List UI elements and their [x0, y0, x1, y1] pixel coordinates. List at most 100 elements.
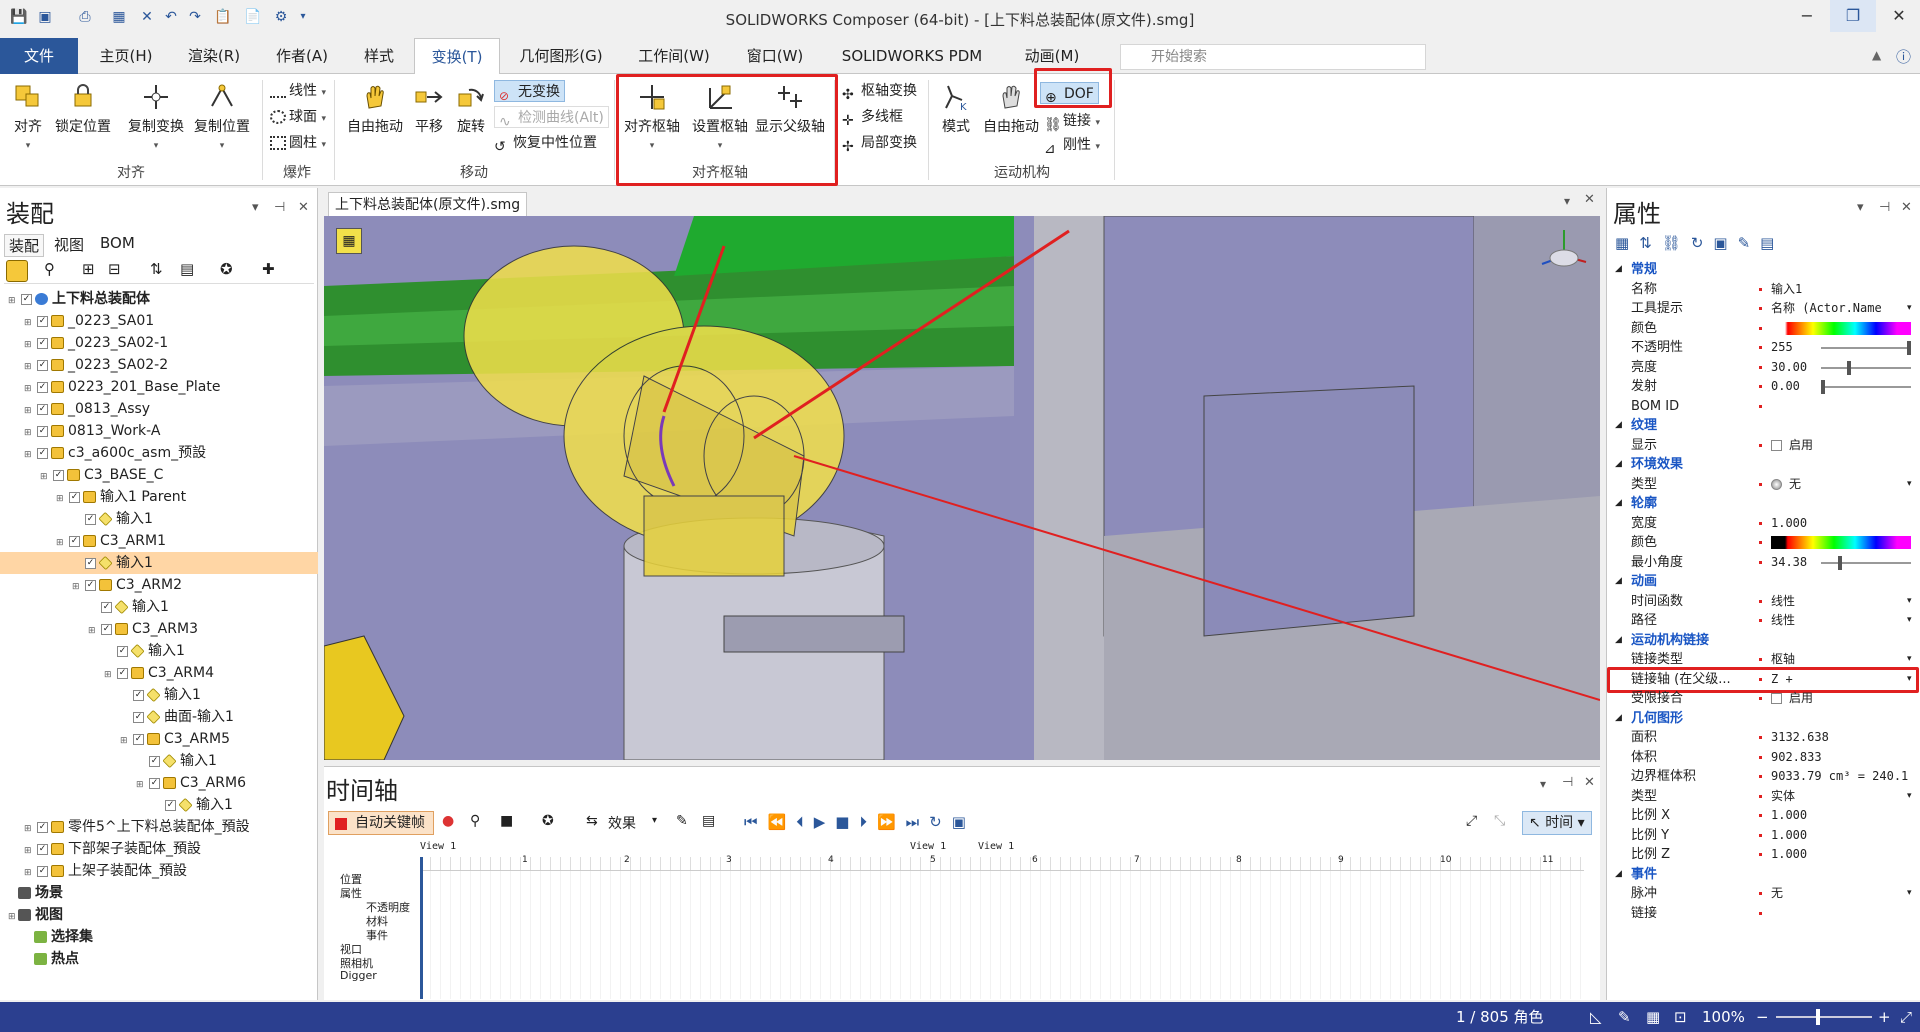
property-row[interactable]: 宽度 1.000	[1607, 514, 1920, 533]
expand-toggle-icon[interactable]: ⊞	[24, 378, 34, 400]
prev-key-icon[interactable]: ⏪	[768, 813, 797, 831]
checkbox[interactable]	[1771, 439, 1782, 451]
copy-transform-button[interactable]: 复制变换 ▾	[124, 82, 188, 152]
tree-item[interactable]: ⊞ ✓ _0223_SA02-2	[0, 354, 318, 376]
property-row[interactable]: 脉冲 无 ▾	[1607, 884, 1920, 903]
camera-icon[interactable]: ▣	[952, 813, 976, 831]
timeline-table-icon[interactable]: ▤	[702, 813, 715, 829]
collapse-section-icon[interactable]: ◢	[1615, 631, 1622, 650]
visibility-checkbox[interactable]: ✓	[37, 843, 48, 855]
translate-button[interactable]: 平移	[410, 82, 448, 136]
tab-style[interactable]: 样式	[348, 38, 410, 74]
visibility-checkbox[interactable]: ✓	[133, 733, 144, 745]
property-slider[interactable]	[1821, 360, 1911, 375]
tree-item[interactable]: ✓ 输入1	[0, 684, 318, 706]
close-button[interactable]: ✕	[1876, 0, 1920, 32]
tab-transform[interactable]: 变换(T)	[414, 38, 500, 75]
visibility-checkbox[interactable]: ✓	[101, 601, 112, 613]
view-marker[interactable]: View 1	[978, 841, 1014, 852]
search-input[interactable]: 开始搜索	[1120, 44, 1426, 70]
property-row[interactable]: 时间函数 线性 ▾	[1607, 592, 1920, 611]
tab-pdm[interactable]: SOLIDWORKS PDM	[828, 38, 996, 74]
visibility-checkbox[interactable]: ✓	[101, 623, 112, 635]
tree-item[interactable]: ⊞ ✓ 零件5^上下料总装配体_預設	[0, 816, 318, 838]
property-value[interactable]: 无	[1771, 884, 1783, 903]
tab-author[interactable]: 作者(A)	[260, 38, 344, 74]
grid-status-icon[interactable]: ▦	[1646, 1002, 1660, 1032]
categorized-icon[interactable]: ▦	[1615, 234, 1639, 252]
tree-item[interactable]: ✓ 输入1	[0, 508, 318, 530]
expand-icon[interactable]: ⊞	[82, 260, 95, 278]
playhead[interactable]	[420, 857, 423, 999]
visibility-checkbox[interactable]: ✓	[37, 425, 48, 437]
property-value[interactable]: 34.38	[1771, 553, 1807, 572]
refresh-icon[interactable]: ↻	[1691, 234, 1714, 252]
visibility-checkbox[interactable]: ✓	[37, 359, 48, 371]
tree-item[interactable]: ✓ 输入1	[0, 750, 318, 772]
expand-toggle-icon[interactable]: ⊞	[24, 862, 34, 884]
visibility-checkbox[interactable]: ✓	[21, 293, 32, 305]
pick-icon[interactable]: ✎	[1738, 234, 1761, 252]
property-value[interactable]: 3132.638	[1771, 728, 1829, 747]
tree-item[interactable]: ⊞ ✓ 上下料总装配体	[0, 288, 318, 310]
slider-thumb[interactable]	[1907, 341, 1911, 355]
align-button[interactable]: 对齐 ▾	[8, 82, 48, 152]
lock-position-button[interactable]: 锁定位置	[52, 82, 114, 136]
doc-menu-icon[interactable]: ▾	[1564, 194, 1570, 208]
expand-toggle-icon[interactable]: ⊞	[24, 840, 34, 862]
slider-thumb[interactable]	[1838, 555, 1843, 570]
timeline-menu-icon[interactable]: ▾	[1540, 777, 1546, 791]
export-icon[interactable]: ▤	[1760, 234, 1784, 252]
effects-button[interactable]: 效果	[608, 813, 636, 833]
view-marker[interactable]: View 1	[910, 841, 946, 852]
expand-toggle-icon[interactable]: ⊞	[24, 818, 34, 840]
collapse-section-icon[interactable]: ◢	[1615, 455, 1622, 474]
minimize-button[interactable]: −	[1784, 0, 1830, 32]
cylinder-explode-button[interactable]: 圆柱 ▾	[270, 132, 326, 154]
tree-item[interactable]: ⊞ ✓ C3_ARM6	[0, 772, 318, 794]
property-row[interactable]: 链接轴 (在父级... Z + ▾	[1607, 666, 1920, 693]
expand-toggle-icon[interactable]: ⊞	[56, 532, 66, 554]
step-back-icon[interactable]: ⏴	[796, 813, 814, 831]
visibility-checkbox[interactable]: ✓	[133, 689, 144, 701]
slider-thumb[interactable]	[1846, 360, 1851, 375]
key-icon[interactable]: ●	[442, 813, 454, 829]
zoom-slider[interactable]	[1776, 1009, 1872, 1025]
linear-explode-button[interactable]: 线性 ▾	[270, 80, 326, 102]
property-section[interactable]: ◢ 运动机构链接	[1607, 631, 1920, 650]
step-forward-icon[interactable]: ⏵	[859, 813, 877, 831]
add-icon[interactable]: ✚	[262, 260, 275, 278]
property-row[interactable]: 名称 输入1	[1607, 280, 1920, 299]
go-end-icon[interactable]: ⏭	[906, 813, 930, 831]
effects-icon[interactable]: ⇆	[586, 813, 598, 829]
property-value[interactable]: 0.00	[1771, 377, 1800, 396]
property-row[interactable]: 比例 X 1.000	[1607, 806, 1920, 825]
tree-item[interactable]: ✓ 输入1	[0, 552, 318, 574]
effects-dropdown-icon[interactable]: ▾	[652, 815, 657, 826]
tree-item[interactable]: ⊞ ✓ 下部架子装配体_預設	[0, 838, 318, 860]
track-label[interactable]: 属性	[340, 885, 362, 901]
property-value[interactable]: 9033.79 cm³ = 240.1	[1771, 767, 1908, 786]
property-row[interactable]: 颜色	[1607, 319, 1920, 338]
visibility-checkbox[interactable]: ✓	[37, 315, 48, 327]
property-row[interactable]: 体积 902.833	[1607, 748, 1920, 767]
link-prop-icon[interactable]: ⛓	[1662, 234, 1691, 252]
color-picker[interactable]	[1771, 321, 1911, 335]
dropdown-icon[interactable]: ▾	[1907, 611, 1912, 630]
no-transform-button[interactable]: ⊘ 无变换	[494, 80, 565, 103]
highlight-icon[interactable]: ✪	[220, 260, 233, 278]
collapse-section-icon[interactable]: ◢	[1615, 572, 1622, 591]
stop-icon[interactable]: ■	[835, 813, 859, 831]
copy-prop-icon[interactable]: ▣	[1713, 234, 1737, 252]
expand-toggle-icon[interactable]: ⊞	[24, 400, 34, 422]
property-value[interactable]: 线性	[1771, 611, 1795, 630]
property-row[interactable]: 比例 Z 1.000	[1607, 845, 1920, 864]
property-value[interactable]: 1.000	[1771, 845, 1807, 864]
panel-close-icon[interactable]: ✕	[1901, 200, 1912, 215]
property-value[interactable]: 1.000	[1771, 806, 1807, 825]
visibility-checkbox[interactable]: ✓	[37, 337, 48, 349]
property-row[interactable]: 工具提示 名称 (Actor.Name ▾	[1607, 299, 1920, 318]
tab-geometry[interactable]: 几何图形(G)	[508, 38, 614, 74]
tab-file[interactable]: 文件	[0, 38, 78, 74]
tree-item[interactable]: ⊞ ✓ c3_a600c_asm_预設	[0, 442, 318, 464]
